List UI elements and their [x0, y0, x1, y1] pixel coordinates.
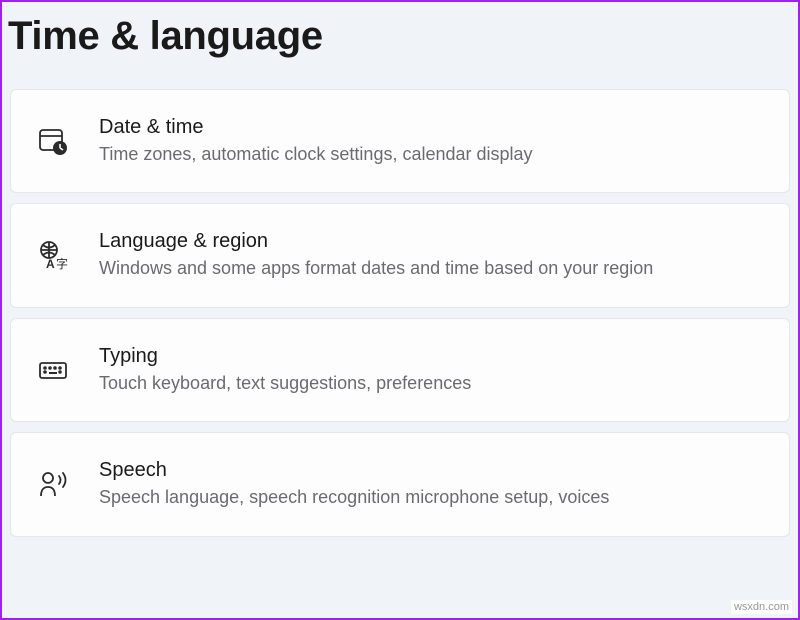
settings-list: Date & time Time zones, automatic clock …	[2, 89, 798, 537]
globe-language-icon: A 字	[35, 238, 71, 274]
setting-text: Date & time Time zones, automatic clock …	[99, 116, 533, 166]
svg-text:A: A	[46, 257, 55, 271]
speech-icon	[35, 466, 71, 502]
setting-title: Speech	[99, 459, 609, 482]
setting-text: Speech Speech language, speech recogniti…	[99, 459, 609, 509]
setting-text: Language & region Windows and some apps …	[99, 230, 653, 280]
page-title: Time & language	[2, 2, 798, 89]
keyboard-icon	[35, 352, 71, 388]
setting-language-region[interactable]: A 字 Language & region Windows and some a…	[10, 203, 790, 307]
setting-description: Time zones, automatic clock settings, ca…	[99, 143, 533, 166]
setting-title: Language & region	[99, 230, 653, 253]
calendar-clock-icon	[35, 123, 71, 159]
setting-typing[interactable]: Typing Touch keyboard, text suggestions,…	[10, 318, 790, 422]
setting-title: Date & time	[99, 116, 533, 139]
setting-title: Typing	[99, 345, 471, 368]
setting-date-time[interactable]: Date & time Time zones, automatic clock …	[10, 89, 790, 193]
watermark: wsxdn.com	[731, 600, 792, 614]
setting-description: Speech language, speech recognition micr…	[99, 486, 609, 509]
setting-text: Typing Touch keyboard, text suggestions,…	[99, 345, 471, 395]
setting-speech[interactable]: Speech Speech language, speech recogniti…	[10, 432, 790, 536]
setting-description: Windows and some apps format dates and t…	[99, 257, 653, 280]
svg-text:字: 字	[56, 256, 68, 271]
setting-description: Touch keyboard, text suggestions, prefer…	[99, 372, 471, 395]
